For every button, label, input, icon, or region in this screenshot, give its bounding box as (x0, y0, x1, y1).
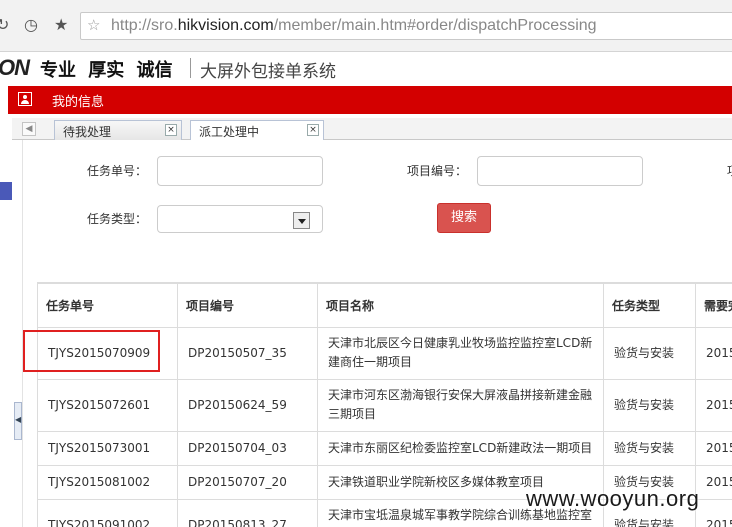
company-motto: 专业 厚实 诚信 (40, 60, 173, 81)
tab-strip: ◀ 待我处理 × 派工处理中 × (12, 118, 732, 141)
tab-dispatch-processing[interactable]: 派工处理中 × (190, 120, 324, 141)
browser-toolbar: ↻ ◷ ★ ☆ http://sro.hikvision.com/member/… (0, 0, 732, 52)
cell-project-name: 天津市北辰区今日健康乳业牧场监控监控室LCD新建商住一期项目 (317, 326, 604, 380)
bookmark-page-star-icon[interactable]: ☆ (87, 14, 100, 36)
cell-task-type: 验货与安装 (603, 430, 696, 466)
tab-label: 派工处理中 (199, 125, 260, 139)
cell-project-no: DP20150624_59 (177, 378, 318, 432)
cell-project-no: DP20150813_27 (177, 498, 318, 527)
cell-due-date: 2015 (695, 378, 732, 432)
project-no-label: 项目编号： (407, 164, 468, 178)
project-no-input[interactable] (477, 156, 643, 186)
watermark: www.wooyun.org (526, 486, 700, 511)
table-row[interactable]: TJYS2015073001 DP20150704_03 天津市东丽区纪检委监控… (37, 430, 732, 466)
col-header-task-no[interactable]: 任务单号 (37, 282, 178, 328)
table-header-row: 任务单号 项目编号 项目名称 任务类型 需要完 (37, 282, 732, 328)
table-row[interactable]: TJYS2015072601 DP20150624_59 天津市河东区渤海银行安… (37, 378, 732, 432)
chevron-left-icon: ◀ (15, 415, 22, 424)
cell-project-no: DP20150704_03 (177, 430, 318, 466)
cell-project-no: DP20150507_35 (177, 326, 318, 380)
bookmark-star-icon[interactable]: ★ (54, 14, 68, 36)
project-name-label-cut: 项 (727, 162, 732, 179)
cell-due-date: 2015 (695, 464, 732, 500)
cell-due-date: 2015 (695, 430, 732, 466)
col-header-project-name[interactable]: 项目名称 (317, 282, 604, 328)
cell-task-no[interactable]: TJYS2015073001 (37, 430, 178, 466)
site-header: ON 专业 厚实 诚信 大屏外包接单系统 (0, 52, 732, 84)
cell-task-no[interactable]: TJYS2015072601 (37, 378, 178, 432)
task-no-input[interactable] (157, 156, 323, 186)
sidebar-tab-marker[interactable] (0, 182, 12, 200)
col-header-due-date[interactable]: 需要完 (695, 282, 732, 328)
system-name: 大屏外包接单系统 (200, 62, 336, 82)
cell-project-no: DP20150707_20 (177, 464, 318, 500)
cell-due-date: 2015 (695, 498, 732, 527)
task-type-select[interactable] (157, 205, 323, 233)
my-info-title[interactable]: 我的信息 (52, 91, 104, 110)
cell-project-name: 天津市河东区渤海银行安保大屏液晶拼接新建金融三期项目 (317, 378, 604, 432)
tab-scroll-left-icon[interactable]: ◀ (22, 122, 36, 136)
header-divider (190, 58, 191, 78)
history-icon[interactable]: ◷ (24, 14, 38, 36)
address-bar[interactable]: ☆ http://sro.hikvision.com/member/main.h… (80, 12, 732, 40)
cell-task-no[interactable]: TJYS2015081002 (37, 464, 178, 500)
tab-pending[interactable]: 待我处理 × (54, 120, 182, 140)
cell-project-name: 天津市东丽区纪检委监控室LCD新建政法一期项目 (317, 430, 604, 466)
dropdown-arrow-icon[interactable] (293, 212, 310, 229)
reload-icon[interactable]: ↻ (0, 14, 9, 36)
cell-task-type: 验货与安装 (603, 326, 696, 380)
url-text[interactable]: http://sro.hikvision.com/member/main.htm… (111, 17, 597, 35)
col-header-project-no[interactable]: 项目编号 (177, 282, 318, 328)
tab-label: 待我处理 (63, 125, 112, 139)
left-sidebar-edge (0, 114, 12, 527)
cell-due-date: 2015 (695, 326, 732, 380)
close-icon[interactable]: × (165, 124, 177, 136)
my-info-bar: 我的信息 (8, 86, 732, 114)
logo: ON (0, 55, 30, 80)
col-header-task-type[interactable]: 任务类型 (603, 282, 696, 328)
sidebar-collapse-handle[interactable]: ◀ (14, 402, 22, 440)
highlight-annotation-box (23, 330, 160, 372)
close-icon[interactable]: × (307, 124, 319, 136)
task-type-label: 任务类型： (87, 212, 148, 226)
search-button[interactable]: 搜索 (437, 203, 491, 233)
user-icon (18, 92, 32, 106)
cell-task-type: 验货与安装 (603, 378, 696, 432)
task-no-label: 任务单号： (87, 164, 148, 178)
cell-task-no[interactable]: TJYS2015091002 (37, 498, 178, 527)
